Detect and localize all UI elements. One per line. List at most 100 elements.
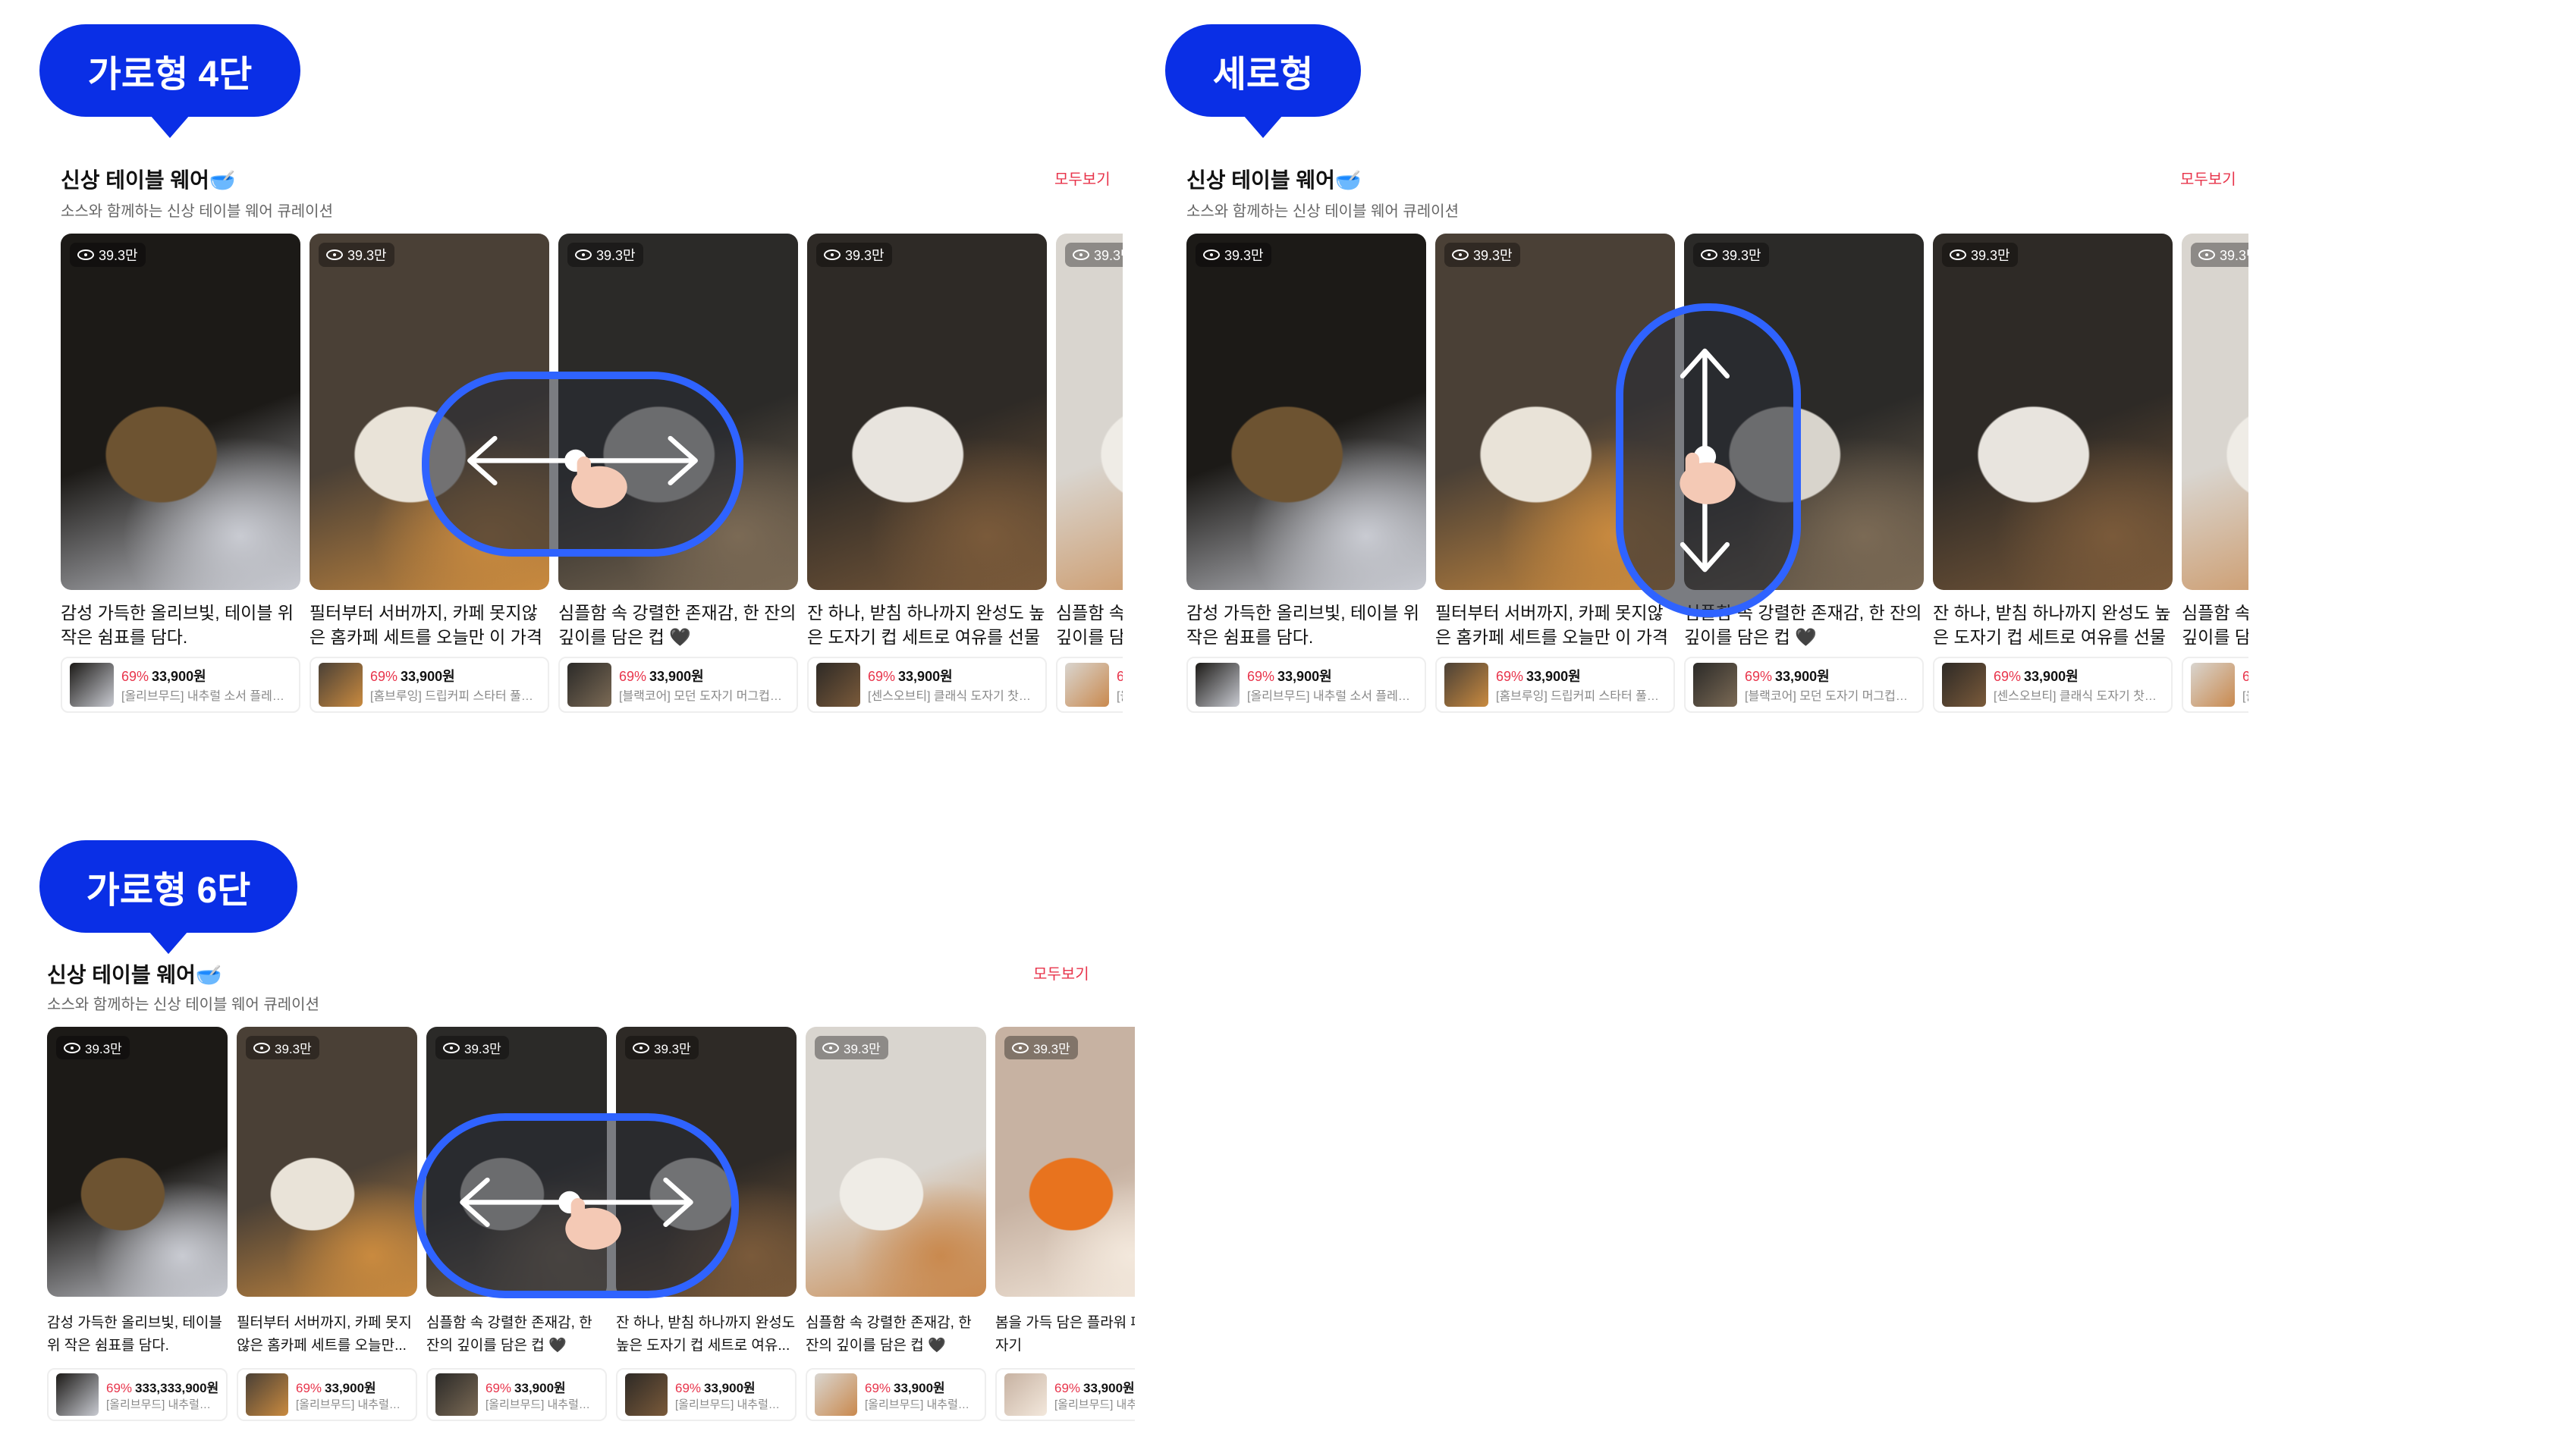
product-chip[interactable]: 69% 33,900원 [블랙코어] 모던 도자기 머그컵 (1P) <box>558 657 798 713</box>
card-thumbnail[interactable]: 39.3만 <box>995 1027 1135 1297</box>
product-thumbnail <box>1444 663 1488 707</box>
product-thumbnail <box>246 1373 288 1416</box>
swipe-horizontal-gesture-6 <box>414 1113 739 1298</box>
discount-rate: 69% <box>1247 669 1275 684</box>
product-thumbnail <box>815 1373 857 1416</box>
view-count-badge: 39.3만 <box>1065 243 1123 267</box>
swipe-horizontal-icon <box>460 1177 693 1250</box>
view-count-badge: 39.3만 <box>816 243 892 267</box>
price-line: 69%33,900원 <box>865 1377 973 1396</box>
card-thumbnail[interactable]: 39.3만 <box>807 234 1047 590</box>
product-name: [올리브무드] 내추럴 소서 플레이트 <box>1247 690 1412 703</box>
discount-rate: 69% <box>1745 669 1773 684</box>
view-count: 39.3만 <box>1224 248 1264 263</box>
view-count-badge: 39.3만 <box>319 243 394 267</box>
product-info: 69% 33,900원 [홈브루잉] 드립커피 스타터 풀세트 <box>370 666 536 704</box>
card-caption: 심플함 속 강렬한 존재감, 한 잔의 깊이를 담은 컵 🖤 <box>426 1315 592 1354</box>
card-caption: 잔 하나, 받침 하나까지 완성도 높은 도자기 컵 세트로 여유를 선물하세요… <box>1933 603 2171 647</box>
card-caption: 필터부터 서버까지, 카페 못지않은 홈카페 세트를 오늘만 이 가격에! <box>310 603 543 647</box>
product-chip[interactable]: 69% 33,900원 [올리브무드] 내추럴 소서 플레이트 <box>61 657 300 713</box>
price-line: 69%33,900원 <box>121 666 287 686</box>
product-chip[interactable]: 69%33,900원 [올리브무드] 내추럴 소서 <box>426 1368 607 1421</box>
product-chip[interactable]: 69%33,900원 [센스오브티] 클래식 도자기 찻잔 세트 <box>1933 657 2173 713</box>
discount-rate: 69% <box>485 1381 512 1395</box>
view-count: 39.3만 <box>464 1042 501 1056</box>
product-chip[interactable]: 69%33,900원 [올리브무드] 내추럴 소서 <box>616 1368 797 1421</box>
price-line: 69%33,900원 <box>868 666 1033 686</box>
view-count: 39.3만 <box>1722 248 1761 263</box>
eye-icon <box>1203 249 1220 260</box>
product-thumbnail <box>1942 663 1986 707</box>
card-thumbnail[interactable]: 39.3만 <box>61 234 300 590</box>
card-thumbnail[interactable]: 39.3만 <box>1186 234 1426 590</box>
product-chip[interactable]: 69%33,900원 [올리브무드] 내추럴 소서 <box>995 1368 1135 1421</box>
price-line: 69%33,900원 <box>485 1377 593 1396</box>
product-chip[interactable]: 69% 333,333,900원 [올리브무드] 내추럴 소서 <box>47 1368 228 1421</box>
product-name: [블랙코어] 모던 도자기 머그컵 (1P) <box>1745 690 1910 703</box>
card-caption: 잔 하나, 받침 하나까지 완성도 높은 도자기 컵 세트로 여유를 선물하세요… <box>807 603 1045 647</box>
content-card[interactable]: 39.3만심플함 속 강렬한 존재감, 한 잔의 깊이를 담은 컵 🖤 69%33… <box>806 1027 986 1421</box>
card-thumbnail[interactable]: 39.3만 <box>2182 234 2248 590</box>
content-card[interactable]: 39.3만 감성 가득한 올리브빛, 테이블 위 작은 쉼표를 담다. 69% 33,… <box>61 234 300 713</box>
see-all-link[interactable]: 모두보기 <box>1033 962 1089 984</box>
discount-rate: 69% <box>106 1381 133 1395</box>
product-info: 69%33,900원 [올리브무드] 내추럴 컵 <box>2242 666 2248 704</box>
content-card[interactable]: 39.3만잔 하나, 받침 하나까지 완성도 높은 도자기 컵 세트로 여유를 … <box>807 234 1047 713</box>
content-card[interactable]: 39.3만잔 하나, 받침 하나까지 완성도 높은 도자기 컵 세트로 여유를 … <box>1933 234 2173 713</box>
content-card[interactable]: 39.3만감성 가득한 올리브빛, 테이블 위 작은 쉼표를 담다. 69% 333… <box>47 1027 228 1421</box>
view-count: 39.3만 <box>275 1042 312 1056</box>
card-caption: 심플함 속 강렬한 존재감, 한 잔의 깊이를 담은 컵 🖤 <box>1056 603 1123 647</box>
content-card[interactable]: 39.3만봄을 가득 담은 플라워 패턴 도자기 69%33,900원 [올리브무드… <box>995 1027 1135 1421</box>
view-count: 39.3만 <box>1473 248 1513 263</box>
view-count-badge: 39.3만 <box>1444 243 1520 267</box>
eye-icon <box>1452 249 1469 260</box>
product-info: 69% 33,900원 [올리브무드] 내추럴 소서 플레이트 <box>121 666 287 704</box>
product-info: 69%33,900원 [올리브무드] 내추럴 소서 <box>485 1377 593 1412</box>
product-chip[interactable]: 69%33,900원 [올리브무드] 내추럴 컵 <box>1056 657 1123 713</box>
content-card[interactable]: 39.3만심플함 속 강렬한 존재감, 한 잔의 깊이를 담은 컵 🖤 69%33… <box>2182 234 2248 713</box>
product-chip[interactable]: 69%33,900원 [올리브무드] 내추럴 소서 <box>806 1368 986 1421</box>
view-count: 39.3만 <box>1094 248 1123 263</box>
product-thumbnail <box>567 663 611 707</box>
product-info: 69% 33,900원 [블랙코어] 모던 도자기 머그컵 (1P) <box>619 666 784 704</box>
content-card[interactable]: 39.3만심플함 속 강렬한 존재감, 한 잔의 깊이를 담은 컵 🖤 69%33… <box>1056 234 1123 713</box>
view-count: 39.3만 <box>2220 248 2248 263</box>
product-chip[interactable]: 69%33,900원 [센스오브티] 클래식 도자기 찻잔 세트 <box>807 657 1047 713</box>
eye-icon <box>326 249 343 260</box>
card-thumbnail[interactable]: 39.3만 <box>237 1027 417 1297</box>
product-price: 33,900원 <box>704 1381 756 1395</box>
card-thumbnail[interactable]: 39.3만 <box>47 1027 228 1297</box>
product-chip[interactable]: 69%33,900원 [올리브무드] 내추럴 소서 <box>237 1368 417 1421</box>
product-chip[interactable]: 69% 33,900원 [홈브루잉] 드립커피 스타터 풀세트 <box>1435 657 1675 713</box>
product-info: 69%33,900원 [올리브무드] 내추럴 컵 <box>1117 666 1123 704</box>
see-all-link[interactable]: 모두보기 <box>2180 167 2236 189</box>
card-thumbnail[interactable]: 39.3만 <box>1933 234 2173 590</box>
card-thumbnail[interactable]: 39.3만 <box>1056 234 1123 590</box>
discount-rate: 69% <box>2242 669 2248 684</box>
product-info: 69% 33,900원 [블랙코어] 모던 도자기 머그컵 (1P) <box>1745 666 1910 704</box>
product-chip[interactable]: 69% 33,900원 [블랙코어] 모던 도자기 머그컵 (1P) <box>1684 657 1924 713</box>
content-card[interactable]: 39.3만 필터부터 서버까지, 카페 못지않은 홈카페 세트를 오늘만... 69… <box>237 1027 417 1421</box>
see-all-link[interactable]: 모두보기 <box>1054 167 1111 189</box>
product-price: 33,900원 <box>649 669 704 684</box>
product-thumbnail <box>1693 663 1737 707</box>
eye-icon <box>822 1042 839 1053</box>
product-price: 33,900원 <box>1083 1381 1135 1395</box>
pointing-hand-icon <box>565 1197 621 1250</box>
view-count-badge: 39.3만 <box>1004 1036 1078 1059</box>
eye-icon <box>1701 249 1717 260</box>
card-caption: 감성 가득한 올리브빛, 테이블 위 작은 쉼표를 담다. <box>47 1315 222 1354</box>
product-chip[interactable]: 69% 33,900원 [홈브루잉] 드립커피 스타터 풀세트 <box>310 657 549 713</box>
product-chip[interactable]: 69% 33,900원 [올리브무드] 내추럴 소서 플레이트 <box>1186 657 1426 713</box>
eye-icon <box>1012 1042 1029 1053</box>
product-thumbnail <box>625 1373 668 1416</box>
product-name: [홈브루잉] 드립커피 스타터 풀세트 <box>1496 690 1661 703</box>
eye-icon <box>1950 249 1966 260</box>
discount-rate: 69% <box>619 669 647 684</box>
view-count: 39.3만 <box>347 248 387 263</box>
card-thumbnail[interactable]: 39.3만 <box>806 1027 986 1297</box>
product-name: [올리브무드] 내추럴 소서 <box>106 1398 214 1411</box>
product-info: 69% 33,900원 [홈브루잉] 드립커피 스타터 풀세트 <box>1496 666 1661 704</box>
product-chip[interactable]: 69%33,900원 [올리브무드] 내추럴 컵 <box>2182 657 2248 713</box>
content-card[interactable]: 39.3만 감성 가득한 올리브빛, 테이블 위 작은 쉼표를 담다. 69% 33,… <box>1186 234 1426 713</box>
